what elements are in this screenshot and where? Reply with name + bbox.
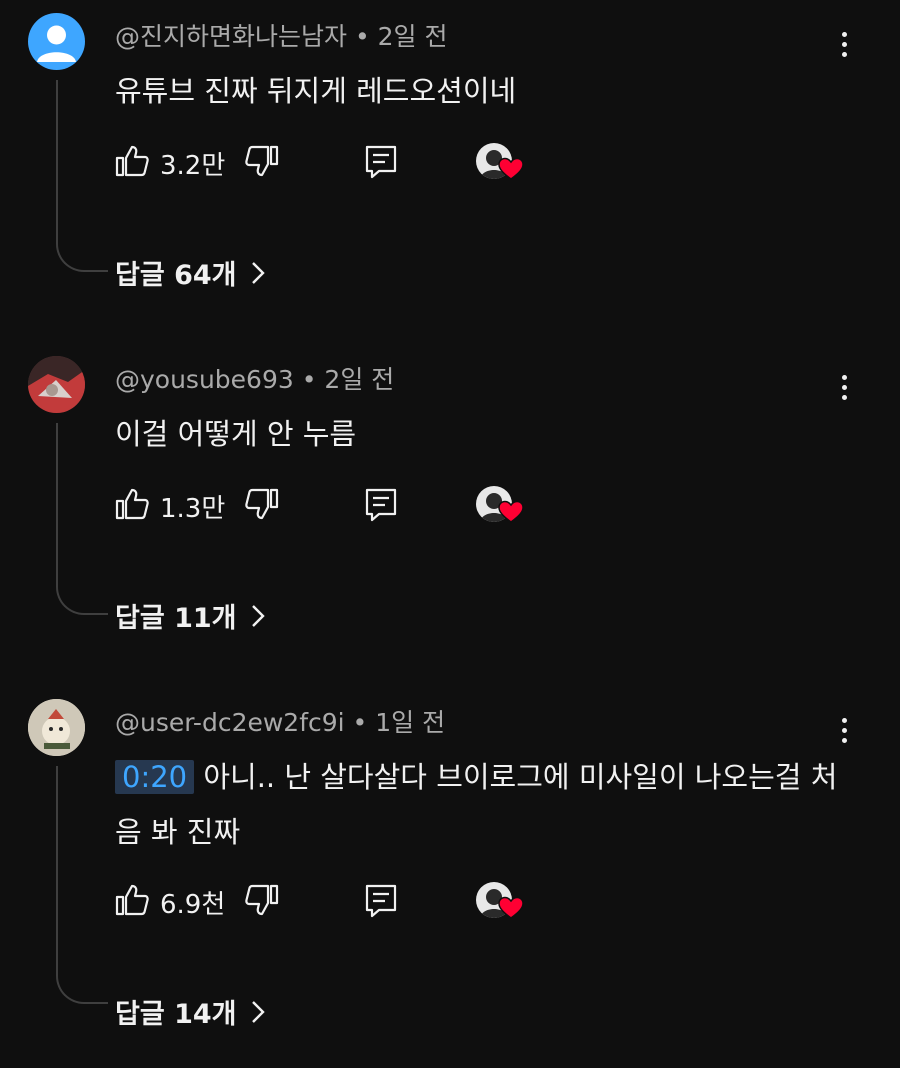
comment-actions: 3.2만 (0, 143, 900, 193)
more-vert-icon[interactable] (822, 365, 866, 409)
avatar[interactable] (28, 699, 85, 756)
meta-separator: • (347, 22, 378, 51)
replies-count: 답글 14개 (115, 999, 237, 1030)
comment-text: 이걸 어떻게 안 누름 (115, 417, 357, 451)
comment-item: @user-dc2ew2fc9i • 1일 전 0:20 아니.. 난 살다살다… (0, 686, 900, 1056)
comment-actions: 1.3만 (0, 486, 900, 536)
chevron-right-icon (251, 604, 265, 627)
comment-meta: @user-dc2ew2fc9i • 1일 전 (115, 703, 445, 739)
chevron-right-icon (251, 261, 265, 284)
reply-icon[interactable] (363, 486, 399, 522)
author-handle[interactable]: @user-dc2ew2fc9i (115, 708, 345, 737)
heart-icon (498, 500, 524, 523)
comment-text: 0:20 아니.. 난 살다살다 브이로그에 미사일이 나오는걸 처음 봐 진짜 (115, 750, 855, 860)
view-replies-button[interactable]: 답글 64개 (115, 253, 265, 292)
thumb-down-icon[interactable] (244, 882, 280, 918)
like-count: 6.9천 (160, 890, 226, 920)
author-handle[interactable]: @진지하면화나는남자 (115, 22, 347, 51)
view-replies-button[interactable]: 답글 14개 (115, 992, 265, 1031)
creator-heart (476, 143, 526, 187)
comment-time: 1일 전 (375, 708, 446, 737)
meta-separator: • (293, 365, 325, 394)
author-handle[interactable]: @yousube693 (115, 365, 294, 394)
more-vert-icon[interactable] (822, 708, 866, 752)
chevron-right-icon (251, 1000, 265, 1023)
comment-meta: @yousube693 • 2일 전 (115, 360, 394, 396)
comment-text-body: 아니.. 난 살다살다 브이로그에 미사일이 나오는걸 처음 봐 진짜 (115, 760, 838, 849)
view-replies-button[interactable]: 답글 11개 (115, 596, 265, 635)
comment-time: 2일 전 (377, 22, 448, 51)
thumb-up-icon[interactable] (114, 486, 150, 522)
thumb-up-icon[interactable] (114, 143, 150, 179)
like-count: 3.2만 (160, 151, 226, 181)
comment-item: @진지하면화나는남자 • 2일 전 유튜브 진짜 뒤지게 레드오션이네 3.2만 (0, 0, 900, 320)
comment-text: 유튜브 진짜 뒤지게 레드오션이네 (115, 74, 517, 108)
thumb-up-icon[interactable] (114, 882, 150, 918)
person-icon (37, 25, 76, 62)
comment-actions: 6.9천 (0, 882, 900, 932)
like-count: 1.3만 (160, 494, 226, 524)
avatar[interactable] (28, 13, 85, 70)
profile-photo-icon (28, 356, 85, 413)
meta-separator: • (344, 708, 376, 737)
avatar[interactable] (28, 356, 85, 413)
thumb-down-icon[interactable] (244, 143, 280, 179)
replies-count: 답글 64개 (115, 260, 237, 291)
reply-icon[interactable] (363, 143, 399, 179)
comment-item: @yousube693 • 2일 전 이걸 어떻게 안 누름 1.3만 답글 1… (0, 343, 900, 663)
comment-time: 2일 전 (324, 365, 395, 394)
creator-heart (476, 882, 526, 926)
comment-meta: @진지하면화나는남자 • 2일 전 (115, 17, 448, 53)
heart-icon (498, 157, 524, 180)
timestamp-link[interactable]: 0:20 (115, 760, 195, 794)
profile-photo-icon (28, 699, 85, 756)
thumb-down-icon[interactable] (244, 486, 280, 522)
creator-heart (476, 486, 526, 530)
reply-icon[interactable] (363, 882, 399, 918)
replies-count: 답글 11개 (115, 603, 237, 634)
heart-icon (498, 896, 524, 919)
more-vert-icon[interactable] (822, 22, 866, 66)
